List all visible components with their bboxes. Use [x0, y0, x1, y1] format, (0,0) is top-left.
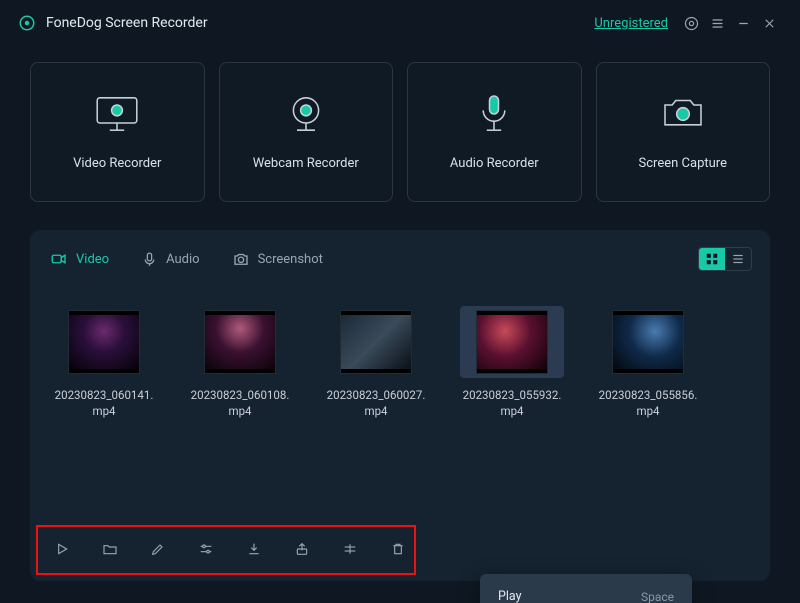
videocam-icon: [50, 250, 68, 268]
library-item[interactable]: 20230823_060108.mp4: [186, 306, 294, 419]
monitor-record-icon: [90, 94, 144, 134]
thumbnail-image: [612, 310, 684, 374]
titlebar: FoneDog Screen Recorder Unregistered: [0, 0, 800, 46]
list-view-button[interactable]: [725, 248, 751, 270]
library-item[interactable]: 20230823_055932.mp4: [458, 306, 566, 419]
library-panel: Video Audio Screenshot: [30, 230, 770, 581]
app-logo: FoneDog Screen Recorder: [18, 14, 208, 32]
edit-icon: [150, 541, 166, 557]
menu-item-play[interactable]: Play Space: [480, 582, 692, 603]
gear-icon[interactable]: [678, 10, 704, 36]
trash-icon: [390, 541, 406, 557]
edit-button[interactable]: [148, 539, 168, 559]
grid-icon: [705, 252, 719, 266]
microphone-icon: [467, 94, 521, 134]
tab-label: Screenshot: [258, 252, 323, 267]
filename-label: 20230823_060027.mp4: [326, 388, 426, 419]
camera-small-icon: [232, 250, 250, 268]
mode-label: Video Recorder: [73, 156, 161, 171]
tab-audio[interactable]: Audio: [139, 245, 201, 274]
logo-icon: [18, 14, 36, 32]
mode-audio-recorder[interactable]: Audio Recorder: [407, 62, 582, 202]
mode-video-recorder[interactable]: Video Recorder: [30, 62, 205, 202]
slice-icon: [342, 541, 358, 557]
play-icon: [54, 541, 70, 557]
open-folder-button[interactable]: [100, 539, 120, 559]
app-window: FoneDog Screen Recorder Unregistered: [0, 0, 800, 603]
download-button[interactable]: [244, 539, 264, 559]
mode-screen-capture[interactable]: Screen Capture: [596, 62, 771, 202]
library-thumbnails: 20230823_060141.mp4 20230823_060108.mp4 …: [30, 278, 770, 419]
list-icon: [731, 252, 745, 266]
app-title: FoneDog Screen Recorder: [46, 15, 208, 31]
thumbnail-image: [476, 310, 548, 374]
unregistered-link[interactable]: Unregistered: [594, 16, 668, 31]
play-button[interactable]: [52, 539, 72, 559]
mode-cards-row: Video Recorder Webcam Recorder: [0, 46, 800, 202]
camera-icon: [656, 94, 710, 134]
filename-label: 20230823_060141.mp4: [54, 388, 154, 419]
thumbnail-image: [68, 310, 140, 374]
close-icon[interactable]: [756, 10, 782, 36]
folder-icon: [102, 541, 118, 557]
mode-label: Audio Recorder: [450, 156, 539, 171]
menu-label: Play: [498, 589, 522, 603]
library-item[interactable]: 20230823_060027.mp4: [322, 306, 430, 419]
library-tabs: Video Audio Screenshot: [30, 240, 770, 278]
adjust-button[interactable]: [196, 539, 216, 559]
library-item[interactable]: 20230823_055856.mp4: [594, 306, 702, 419]
mode-webcam-recorder[interactable]: Webcam Recorder: [219, 62, 394, 202]
menu-icon[interactable]: [704, 10, 730, 36]
grid-view-button[interactable]: [699, 248, 725, 270]
library-item[interactable]: 20230823_060141.mp4: [50, 306, 158, 419]
filename-label: 20230823_060108.mp4: [190, 388, 290, 419]
thumbnail-image: [204, 310, 276, 374]
minimize-icon[interactable]: [730, 10, 756, 36]
thumbnail-image: [340, 310, 412, 374]
slice-button[interactable]: [340, 539, 360, 559]
mode-label: Webcam Recorder: [253, 156, 359, 171]
tab-screenshot[interactable]: Screenshot: [230, 244, 325, 274]
tab-label: Audio: [166, 252, 199, 267]
download-icon: [246, 541, 262, 557]
view-toggle: [698, 247, 752, 271]
adjust-icon: [198, 541, 214, 557]
export-icon: [294, 541, 310, 557]
mic-small-icon: [141, 251, 158, 268]
export-button[interactable]: [292, 539, 312, 559]
filename-label: 20230823_055932.mp4: [462, 388, 562, 419]
context-menu: Play Space Show in Finder W Rename R Edi…: [480, 574, 692, 603]
menu-shortcut: Space: [641, 590, 674, 603]
filename-label: 20230823_055856.mp4: [598, 388, 698, 419]
mode-label: Screen Capture: [639, 156, 727, 171]
tab-label: Video: [76, 252, 109, 267]
webcam-icon: [279, 94, 333, 134]
delete-button[interactable]: [388, 539, 408, 559]
bottom-toolbar: [30, 527, 760, 571]
tab-video[interactable]: Video: [48, 244, 111, 274]
